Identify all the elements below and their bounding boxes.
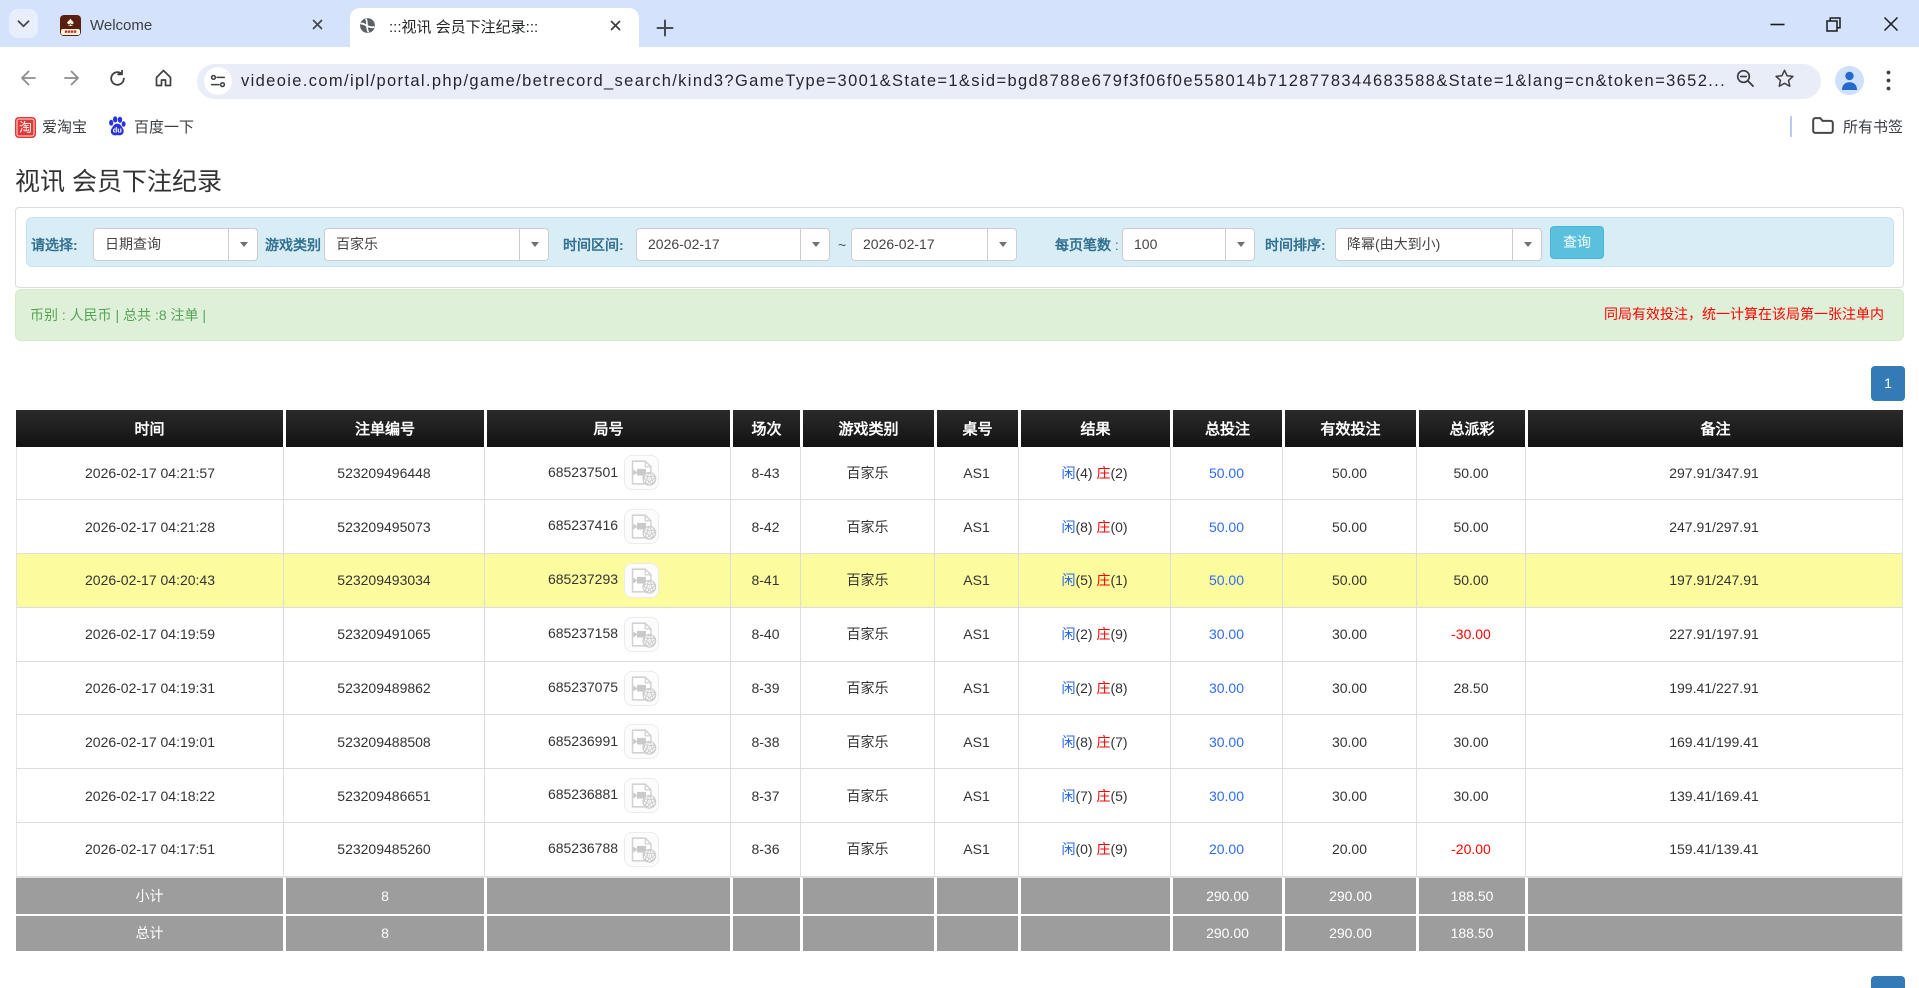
svg-text:du: du bbox=[113, 125, 123, 134]
